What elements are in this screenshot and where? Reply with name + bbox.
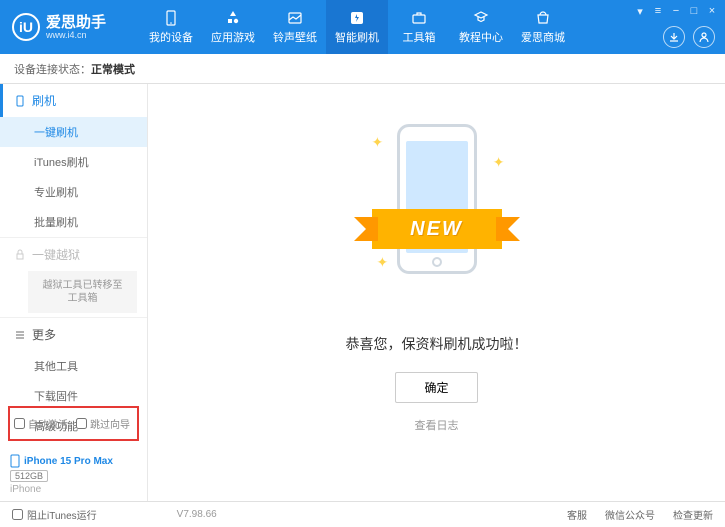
close-icon[interactable]: ×	[705, 4, 719, 18]
app-header: iU 爱思助手 www.i4.cn 我的设备 应用游戏 铃声壁纸 智能刷机 工具…	[0, 0, 725, 54]
sidebar-item-itunes[interactable]: iTunes刷机	[0, 147, 147, 177]
wallpaper-icon	[286, 9, 304, 27]
phone-icon	[397, 124, 477, 274]
nav-tutorial[interactable]: 教程中心	[450, 0, 512, 54]
sidebar: 刷机 一键刷机 iTunes刷机 专业刷机 批量刷机 一键越狱 越狱工具已转移至…	[0, 84, 148, 501]
view-log-link[interactable]: 查看日志	[415, 417, 459, 433]
list-icon	[14, 329, 26, 341]
lock-icon	[14, 249, 26, 261]
nav-my-device[interactable]: 我的设备	[140, 0, 202, 54]
shop-icon	[534, 9, 552, 27]
nav-flash[interactable]: 智能刷机	[326, 0, 388, 54]
sparkle-icon: ✦	[493, 154, 505, 171]
options-icon[interactable]: ≡	[651, 4, 665, 18]
sidebar-item-oneclick[interactable]: 一键刷机	[0, 117, 147, 147]
header-actions	[663, 26, 715, 48]
window-controls: ▾ ≡ − □ ×	[633, 4, 719, 18]
footer-wechat[interactable]: 微信公众号	[605, 507, 655, 522]
sidebar-section-flash[interactable]: 刷机	[0, 84, 147, 117]
skip-wizard-checkbox[interactable]: 跳过向导	[76, 416, 130, 431]
new-ribbon: NEW	[372, 209, 502, 249]
device-icon	[162, 9, 180, 27]
success-message: 恭喜您，保资料刷机成功啦！	[346, 334, 528, 354]
nav-apps[interactable]: 应用游戏	[202, 0, 264, 54]
nav-wallpaper[interactable]: 铃声壁纸	[264, 0, 326, 54]
device-storage: 512GB	[10, 470, 48, 482]
block-itunes-checkbox[interactable]: 阻止iTunes运行	[12, 507, 97, 522]
download-button[interactable]	[663, 26, 685, 48]
app-url: www.i4.cn	[46, 30, 106, 40]
main-content: ✦ ✦ ✦ NEW 恭喜您，保资料刷机成功啦！ 确定 查看日志	[148, 84, 725, 501]
logo-area: iU 爱思助手 www.i4.cn	[0, 13, 140, 41]
auto-activate-checkbox[interactable]: 自动激活	[14, 416, 68, 431]
sidebar-item-batch[interactable]: 批量刷机	[0, 207, 147, 237]
logo-icon: iU	[12, 13, 40, 41]
nav-toolbox[interactable]: 工具箱	[388, 0, 450, 54]
ok-button[interactable]: 确定	[395, 372, 477, 403]
footer-bar: 阻止iTunes运行 V7.98.66 客服 微信公众号 检查更新	[0, 501, 725, 527]
sparkle-icon: ✦	[377, 254, 389, 271]
sidebar-section-more[interactable]: 更多	[0, 318, 147, 351]
device-type: iPhone	[10, 484, 113, 495]
user-button[interactable]	[693, 26, 715, 48]
device-info: iPhone 15 Pro Max 512GB iPhone	[10, 454, 113, 495]
maximize-icon[interactable]: □	[687, 4, 701, 18]
sidebar-item-other[interactable]: 其他工具	[0, 351, 147, 381]
success-illustration: ✦ ✦ ✦ NEW	[377, 114, 497, 314]
toolbox-icon	[410, 9, 428, 27]
tutorial-icon	[472, 9, 490, 27]
flash-icon	[348, 9, 366, 27]
options-highlight-box: 自动激活 跳过向导	[8, 406, 139, 441]
jailbreak-note: 越狱工具已转移至工具箱	[28, 271, 137, 313]
minimize-icon[interactable]: −	[669, 4, 683, 18]
sparkle-icon: ✦	[372, 134, 384, 151]
device-small-icon	[10, 454, 20, 468]
sidebar-section-jailbreak[interactable]: 一键越狱	[0, 238, 147, 271]
version-label: V7.98.66	[177, 509, 217, 520]
sidebar-item-pro[interactable]: 专业刷机	[0, 177, 147, 207]
app-icon	[224, 9, 242, 27]
footer-update[interactable]: 检查更新	[673, 507, 713, 522]
menu-icon[interactable]: ▾	[633, 4, 647, 18]
app-name: 爱思助手	[46, 15, 106, 30]
nav-shop[interactable]: 爱思商城	[512, 0, 574, 54]
status-label: 设备连接状态：	[14, 61, 91, 77]
footer-support[interactable]: 客服	[567, 507, 587, 522]
device-name: iPhone 15 Pro Max	[24, 456, 113, 467]
status-value: 正常模式	[91, 61, 135, 77]
phone-icon	[14, 95, 26, 107]
status-bar: 设备连接状态： 正常模式	[0, 54, 725, 84]
